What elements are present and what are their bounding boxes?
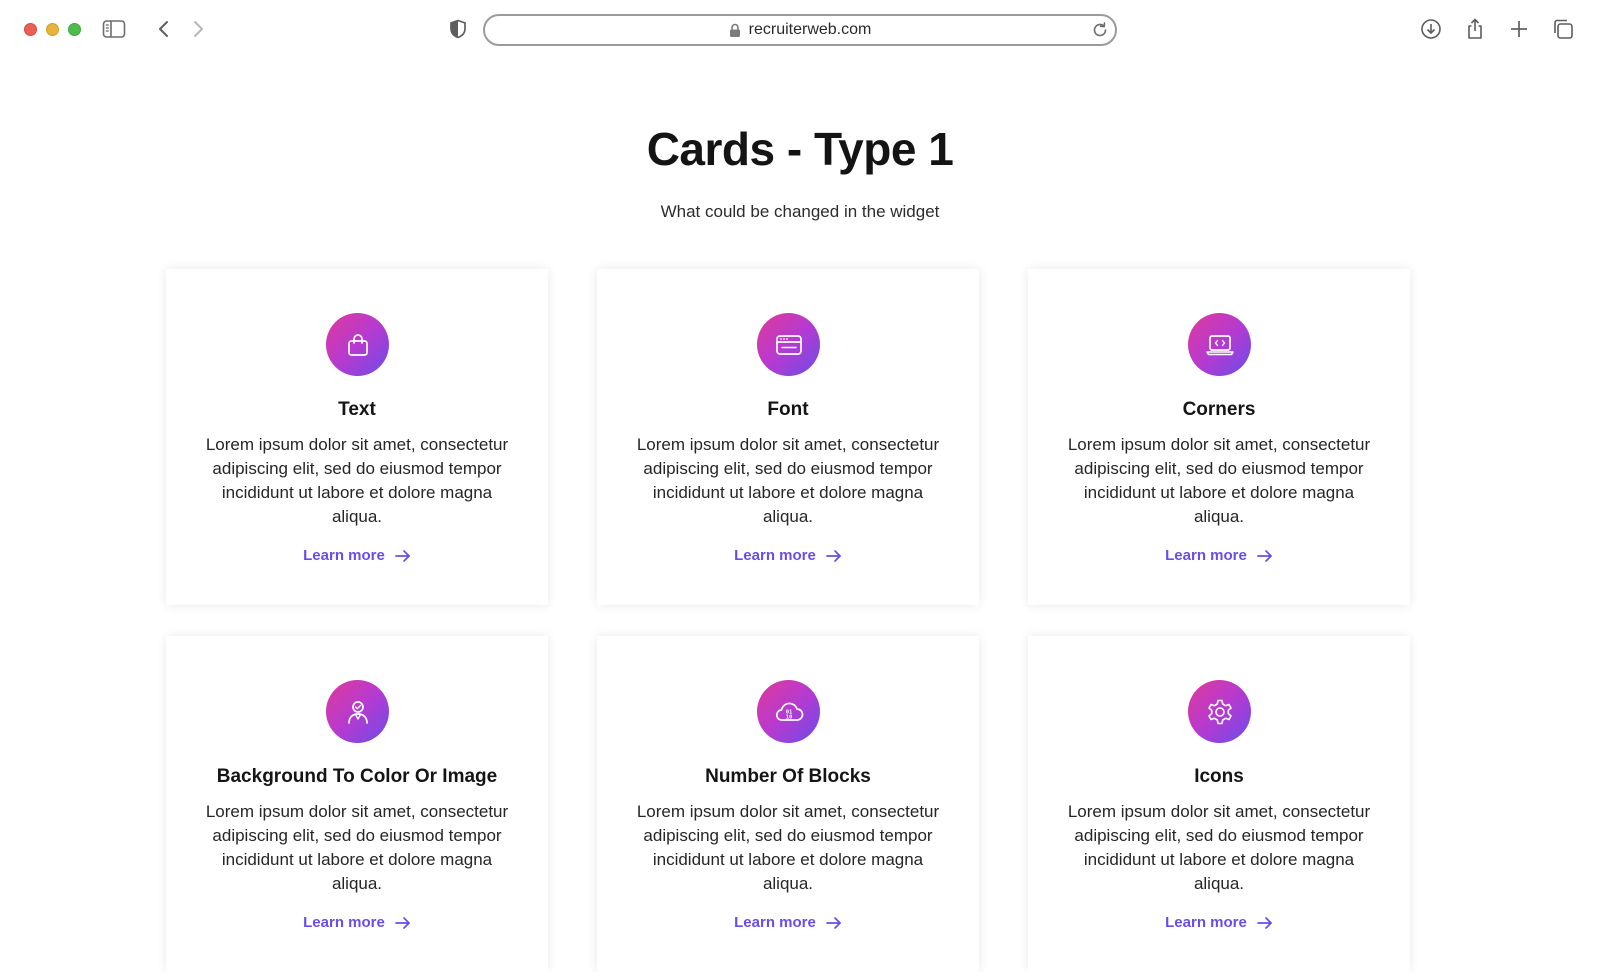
learn-more-link[interactable]: Learn more bbox=[166, 547, 548, 564]
card-description: Lorem ipsum dolor sit amet, consectetur … bbox=[1067, 802, 1371, 893]
cloud-binary-icon: 01 10 bbox=[757, 680, 820, 743]
card-description: Lorem ipsum dolor sit amet, consectetur … bbox=[636, 802, 940, 893]
card-icons: Icons Lorem ipsum dolor sit amet, consec… bbox=[1028, 636, 1410, 972]
forward-icon[interactable] bbox=[185, 16, 211, 42]
back-icon[interactable] bbox=[151, 16, 177, 42]
laptop-code-icon bbox=[1188, 313, 1251, 376]
card-number-of-blocks: 01 10 Number Of Blocks Lorem ipsum dolor … bbox=[597, 636, 979, 972]
arrow-right-icon bbox=[1256, 916, 1272, 929]
learn-more-link[interactable]: Learn more bbox=[166, 914, 548, 931]
learn-more-label: Learn more bbox=[734, 914, 816, 931]
browser-window-icon bbox=[757, 313, 820, 376]
learn-more-label: Learn more bbox=[1165, 547, 1247, 564]
arrow-right-icon bbox=[394, 916, 410, 929]
privacy-shield-icon[interactable] bbox=[445, 16, 471, 42]
address-bar[interactable]: recruiterweb.com bbox=[483, 14, 1117, 46]
learn-more-label: Learn more bbox=[303, 547, 385, 564]
learn-more-link[interactable]: Learn more bbox=[597, 914, 979, 931]
arrow-right-icon bbox=[825, 549, 841, 562]
card-title: Number Of Blocks bbox=[705, 766, 871, 787]
card-description: Lorem ipsum dolor sit amet, consectetur … bbox=[205, 435, 509, 526]
new-tab-icon[interactable] bbox=[1506, 16, 1532, 42]
url-text: recruiterweb.com bbox=[748, 21, 872, 38]
downloads-icon[interactable] bbox=[1418, 16, 1444, 42]
gear-icon bbox=[1188, 680, 1251, 743]
card-title: Corners bbox=[1182, 399, 1256, 420]
svg-text:10: 10 bbox=[785, 714, 792, 720]
card-description: Lorem ipsum dolor sit amet, consectetur … bbox=[1067, 435, 1371, 526]
arrow-right-icon bbox=[394, 549, 410, 562]
card-corners: Corners Lorem ipsum dolor sit amet, cons… bbox=[1028, 269, 1410, 605]
close-window-button[interactable] bbox=[24, 23, 37, 36]
minimize-window-button[interactable] bbox=[46, 23, 59, 36]
learn-more-label: Learn more bbox=[1165, 914, 1247, 931]
arrow-right-icon bbox=[1256, 549, 1272, 562]
learn-more-link[interactable]: Learn more bbox=[597, 547, 979, 564]
card-description: Lorem ipsum dolor sit amet, consectetur … bbox=[205, 802, 509, 893]
share-icon[interactable] bbox=[1462, 16, 1488, 42]
card-background: Background To Color Or Image Lorem ipsum… bbox=[166, 636, 548, 972]
user-icon bbox=[326, 680, 389, 743]
learn-more-label: Learn more bbox=[303, 914, 385, 931]
card-title: Icons bbox=[1194, 766, 1244, 787]
card-title: Background To Color Or Image bbox=[216, 766, 498, 787]
zoom-window-button[interactable] bbox=[68, 23, 81, 36]
learn-more-label: Learn more bbox=[734, 547, 816, 564]
reload-icon[interactable] bbox=[1091, 21, 1109, 44]
sidebar-toggle-icon[interactable] bbox=[101, 16, 127, 42]
card-title: Font bbox=[767, 399, 809, 420]
lock-icon bbox=[729, 23, 740, 37]
card-font: Font Lorem ipsum dolor sit amet, consect… bbox=[597, 269, 979, 605]
card-title: Text bbox=[338, 399, 376, 420]
page-title: Cards - Type 1 bbox=[646, 123, 954, 175]
learn-more-link[interactable]: Learn more bbox=[1028, 547, 1410, 564]
learn-more-link[interactable]: Learn more bbox=[1028, 914, 1410, 931]
card-text: Text Lorem ipsum dolor sit amet, consect… bbox=[166, 269, 548, 605]
window-controls bbox=[24, 23, 81, 36]
browser-toolbar: recruiterweb.com bbox=[0, 0, 1600, 58]
arrow-right-icon bbox=[825, 916, 841, 929]
shopping-bag-icon bbox=[326, 313, 389, 376]
tab-overview-icon[interactable] bbox=[1550, 16, 1576, 42]
card-description: Lorem ipsum dolor sit amet, consectetur … bbox=[636, 435, 940, 526]
page-subtitle: What could be changed in the widget bbox=[660, 202, 940, 221]
